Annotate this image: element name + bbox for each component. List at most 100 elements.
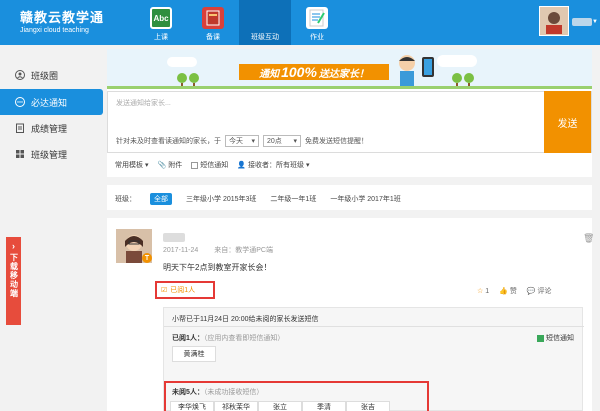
nav-class[interactable]: Abc 上课	[135, 0, 187, 45]
send-button[interactable]: 发送	[544, 91, 591, 153]
homework-icon	[306, 7, 328, 29]
comment-label: 评论	[537, 288, 552, 295]
teacher-badge-icon: T	[142, 253, 152, 263]
paperclip-icon: 📎	[157, 162, 167, 169]
sms-notice-checkbox[interactable]: 短信通知	[191, 160, 228, 170]
attach-button[interactable]: 📎 附件	[158, 160, 183, 170]
class-filter-option[interactable]: 三年级小学 2015年3班	[186, 194, 256, 204]
hour-select-value: 20点	[267, 138, 282, 145]
notice-input[interactable]: 发送通知给家长...	[116, 98, 171, 108]
nav-class-interaction[interactable]: 班级互动	[239, 0, 291, 45]
receiver-label: 接收者：所有班级	[247, 162, 304, 169]
sms-remind-row: 针对未及时查看读通知的家长，于 今天 ▾ 20点 ▾ 免费发送短信提醒！	[116, 135, 368, 147]
sms-legend: 短信通知	[537, 333, 574, 343]
attach-label: 附件	[168, 162, 183, 169]
sidebar-item-label: 班级圈	[31, 70, 59, 81]
day-select[interactable]: 今天 ▾	[225, 135, 259, 147]
unread-name-chip: 李华焕飞	[170, 401, 214, 411]
receiver-dropdown[interactable]: 👤 接收者：所有班级 ▾	[237, 160, 309, 170]
unread-title-label: 未阅5人：	[172, 389, 204, 396]
download-mobile-tab[interactable]: › 下载移动端	[6, 237, 21, 325]
class-filter-all[interactable]: 全部	[150, 193, 172, 205]
nav-prepare[interactable]: 备课	[187, 0, 239, 45]
unread-section-title: 未阅5人：（未成功接收短信）	[172, 387, 263, 397]
trash-icon[interactable]: 🗑	[583, 233, 594, 244]
top-header: 赣教云教学通 Jiangxi cloud teaching Abc 上课 备课 …	[0, 0, 600, 45]
unread-name-chip: 祁秋茉华	[214, 401, 258, 411]
book-icon	[202, 7, 224, 29]
promo-banner: 通知 100% 送达家长！	[107, 49, 592, 89]
read-count-link[interactable]: ☑ 已阅1人	[155, 281, 215, 299]
star-button[interactable]: ☆ 1	[477, 287, 489, 295]
chat-bubble-icon	[15, 97, 25, 107]
sidebar-item-class-circle[interactable]: 班级圈	[0, 62, 103, 88]
abc-board-icon: Abc	[150, 7, 172, 29]
remind-suffix: 免费发送短信提醒！	[305, 138, 368, 145]
user-avatar[interactable]	[539, 6, 569, 36]
read-count-label: 已阅1人	[170, 287, 196, 294]
sms-legend-label: 短信通知	[546, 335, 574, 342]
post-meta: 2017-11-24 来自：教学通PC端	[163, 245, 273, 255]
post-source: 来自：教学通PC端	[214, 247, 273, 254]
download-tab-label: 下载移动端	[9, 253, 19, 298]
comment-icon: 💬	[526, 288, 536, 295]
grid-icon	[15, 149, 25, 159]
username-placeholder[interactable]	[572, 18, 592, 26]
unread-name-chip: 张吉	[346, 401, 390, 411]
slogan-highlight: 100%	[281, 64, 317, 80]
sidebar-item-class-manage[interactable]: 班级管理	[0, 141, 103, 167]
chevron-down-icon: ▾	[293, 138, 297, 145]
comment-button[interactable]: 💬 评论	[527, 286, 552, 296]
hour-select[interactable]: 20点 ▾	[263, 135, 301, 147]
nav-label: 上课	[154, 34, 168, 41]
post-actions: ☆ 1 👍 赞 💬 评论	[477, 286, 551, 296]
author-name	[163, 233, 185, 242]
main-panel: 通知 100% 送达家长！ 发送通知给家长... 针对未及时查看读通知的家长，于…	[107, 49, 594, 411]
class-filter-option[interactable]: 一年级小学 2017年1班	[330, 194, 400, 204]
sidebar-item-label: 班级管理	[31, 149, 68, 160]
like-button[interactable]: 👍 赞	[499, 286, 517, 296]
notice-compose-box: 发送通知给家长... 针对未及时查看读通知的家长，于 今天 ▾ 20点 ▾ 免费发送…	[107, 91, 592, 153]
cloud-shape	[167, 57, 197, 67]
teacher-illustration	[392, 53, 422, 89]
chevron-down-icon: ▾	[251, 138, 255, 145]
template-dropdown[interactable]: 常用模板 ▾	[115, 160, 149, 170]
sidebar: 班级圈 必达通知 成绩管理 班级管理 › 下载移动端	[0, 45, 103, 411]
phone-icon	[422, 57, 434, 77]
divider	[164, 326, 584, 327]
logo-subtitle: Jiangxi cloud teaching	[20, 27, 89, 34]
class-interaction-icon	[255, 9, 275, 29]
thumbs-up-icon: 👍	[499, 288, 508, 295]
nav-homework[interactable]: 作业	[291, 0, 343, 45]
cloud-shape	[437, 55, 477, 67]
app-logo[interactable]: 赣教云教学通 Jiangxi cloud teaching	[20, 7, 104, 34]
chevron-down-icon[interactable]: ▼	[592, 19, 598, 25]
nav-label: 班级互动	[251, 34, 279, 41]
unread-name-list: 李华焕飞 祁秋茉华 张立 季清 张吉	[170, 401, 390, 411]
read-title-note: （应用内查看即短信通知）	[203, 335, 285, 342]
unread-title-note: （未成功接收短信）	[203, 389, 264, 396]
sidebar-item-label: 必达通知	[31, 97, 68, 108]
notice-post: T 2017-11-24 来自：教学通PC端 🗑 明天下午2点到教室开家长会！ …	[107, 218, 594, 411]
read-title-label: 已阅1人：	[172, 335, 204, 342]
post-content: 明天下午2点到教室开家长会！	[163, 263, 272, 272]
grass-strip	[107, 86, 592, 89]
sidebar-item-grades[interactable]: 成绩管理	[0, 115, 103, 141]
sidebar-item-notice[interactable]: 必达通知	[0, 89, 103, 115]
compose-toolbar: 常用模板 ▾ 📎 附件 短信通知 👤 接收者：所有班级 ▾	[115, 160, 309, 170]
main-nav: Abc 上课 备课 班级互动 作业	[135, 0, 343, 45]
nav-label: 备课	[206, 34, 220, 41]
checklist-icon: ☑	[161, 287, 168, 294]
divider	[107, 210, 592, 218]
remind-prefix: 针对未及时查看读通知的家长，于	[116, 138, 221, 145]
banner-slogan: 通知 100% 送达家长！	[239, 64, 389, 80]
person-icon	[15, 70, 25, 80]
checkbox-icon	[191, 161, 199, 169]
sms-label: 短信通知	[200, 162, 229, 169]
template-label: 常用模板	[115, 162, 143, 169]
class-filter-option[interactable]: 二年级一年1班	[270, 194, 316, 204]
sms-legend-swatch	[537, 334, 544, 342]
logo-title: 赣教云教学通	[20, 11, 105, 26]
post-date: 2017-11-24	[163, 247, 199, 254]
class-filter-label: 班级：	[115, 196, 136, 203]
